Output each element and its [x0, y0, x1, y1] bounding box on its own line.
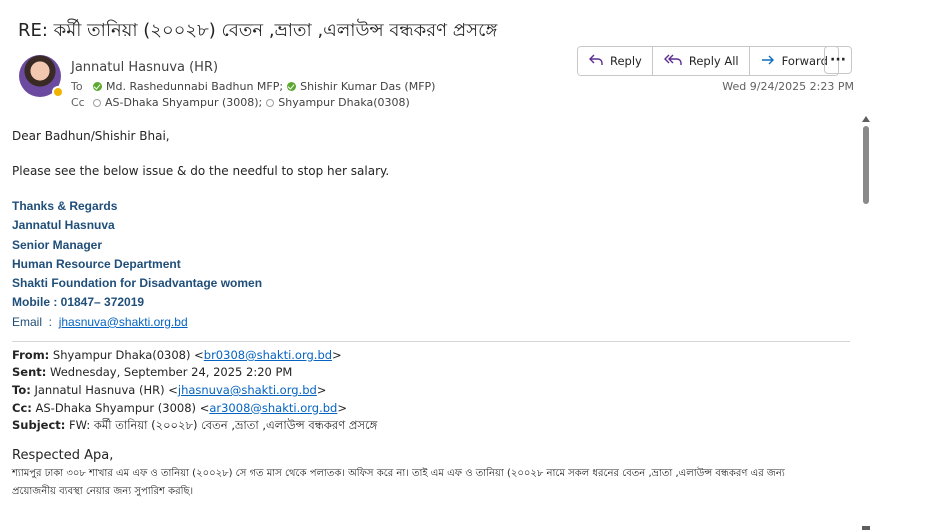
- forward-icon: [760, 53, 776, 70]
- online-status-icon: [93, 82, 102, 91]
- avatar[interactable]: [19, 55, 64, 98]
- forwarded-cc: Cc: AS-Dhaka Shyampur (3008) <ar3008@sha…: [12, 400, 347, 415]
- offline-status-icon: [93, 98, 101, 107]
- cc-recipient[interactable]: AS-Dhaka Shyampur (3008);: [105, 96, 262, 109]
- to-row: To Md. Rashedunnabi Badhun MFP; Shishir …: [71, 80, 435, 93]
- online-status-icon: [287, 82, 297, 91]
- signature-line: Mobile : 01847– 372019: [12, 295, 145, 310]
- signature: Thanks & Regards Jannatul Hasnuva Senior…: [12, 197, 857, 332]
- signature-line: Senior Manager: [12, 237, 103, 252]
- scroll-down-icon[interactable]: [862, 526, 870, 530]
- sender-name[interactable]: Jannatul Hasnuva (HR): [71, 60, 218, 75]
- forwarded-sent: Sent: Wednesday, September 24, 2025 2:20…: [12, 365, 293, 380]
- reply-icon: [588, 53, 604, 70]
- salutation: Respected Apa,: [12, 447, 114, 463]
- vertical-scrollbar[interactable]: [861, 112, 871, 532]
- email-subject: RE: কর্মী তানিয়া (২০০২৮) বেতন ,ভ্রাতা ,…: [18, 20, 498, 41]
- greeting: Dear Badhun/Shishir Bhai,: [12, 129, 170, 143]
- to-recipient[interactable]: Shishir Kumar Das (MFP): [300, 80, 435, 93]
- forwarded-subject: Subject: FW: কর্মী তানিয়া (২০০২৮) বেতন …: [12, 418, 378, 433]
- reply-button[interactable]: Reply: [578, 47, 653, 75]
- to-email-link[interactable]: jhasnuva@shakti.org.bd: [178, 383, 317, 397]
- reply-all-icon: [663, 53, 683, 70]
- more-icon: ···: [830, 52, 846, 68]
- to-label: To: [71, 80, 83, 93]
- message-text: Please see the below issue & do the need…: [12, 164, 390, 178]
- scroll-thumb[interactable]: [863, 126, 869, 204]
- message-body: Dear Badhun/Shishir Bhai, Please see the…: [12, 127, 857, 501]
- cc-label: Cc: [71, 96, 85, 109]
- message-date: Wed 9/24/2025 2:23 PM: [722, 80, 854, 93]
- to-recipient[interactable]: Md. Rashedunnabi Badhun MFP;: [106, 80, 283, 93]
- forward-label: Forward: [781, 54, 828, 68]
- bengali-line: প্রয়োজনীয় ব্যবস্থা নেয়ার জন্য সুপারিশ…: [12, 485, 194, 497]
- divider: [12, 340, 850, 342]
- signature-line: Human Resource Department: [12, 256, 181, 271]
- cc-email-link[interactable]: ar3008@shakti.org.bd: [209, 401, 337, 415]
- scroll-up-icon[interactable]: [862, 116, 870, 122]
- signature-line: Thanks & Regards: [12, 199, 118, 213]
- message-actions: Reply Reply All Forward: [577, 46, 839, 76]
- signature-email-link[interactable]: jhasnuva@shakti.org.bd: [59, 315, 188, 329]
- cc-row: Cc AS-Dhaka Shyampur (3008); Shyampur Dh…: [71, 96, 410, 109]
- reply-all-label: Reply All: [688, 54, 739, 68]
- reply-label: Reply: [610, 54, 642, 68]
- forwarded-header: From: Shyampur Dhaka(0308) <br0308@shakt…: [12, 347, 857, 435]
- bengali-line: শ্যামপুর ঢাকা ৩০৮ শাখার এম এফ ও তানিয়া …: [12, 467, 785, 479]
- presence-away-icon: [52, 86, 64, 98]
- signature-line: Shakti Foundation for Disadvantage women: [12, 276, 263, 291]
- offline-status-icon: [266, 98, 275, 107]
- signature-line: Jannatul Hasnuva: [12, 218, 115, 233]
- email-label: Email :: [12, 314, 59, 329]
- from-email-link[interactable]: br0308@shakti.org.bd: [204, 348, 332, 362]
- cc-recipient[interactable]: Shyampur Dhaka(0308): [278, 96, 410, 109]
- signature-email-line: Email : jhasnuva@shakti.org.bd: [12, 313, 857, 332]
- forwarded-to: To: Jannatul Hasnuva (HR) <jhasnuva@shak…: [12, 382, 327, 397]
- forwarded-from: From: Shyampur Dhaka(0308) <br0308@shakt…: [12, 347, 342, 362]
- more-actions-button[interactable]: ···: [824, 46, 852, 74]
- reply-all-button[interactable]: Reply All: [652, 47, 750, 75]
